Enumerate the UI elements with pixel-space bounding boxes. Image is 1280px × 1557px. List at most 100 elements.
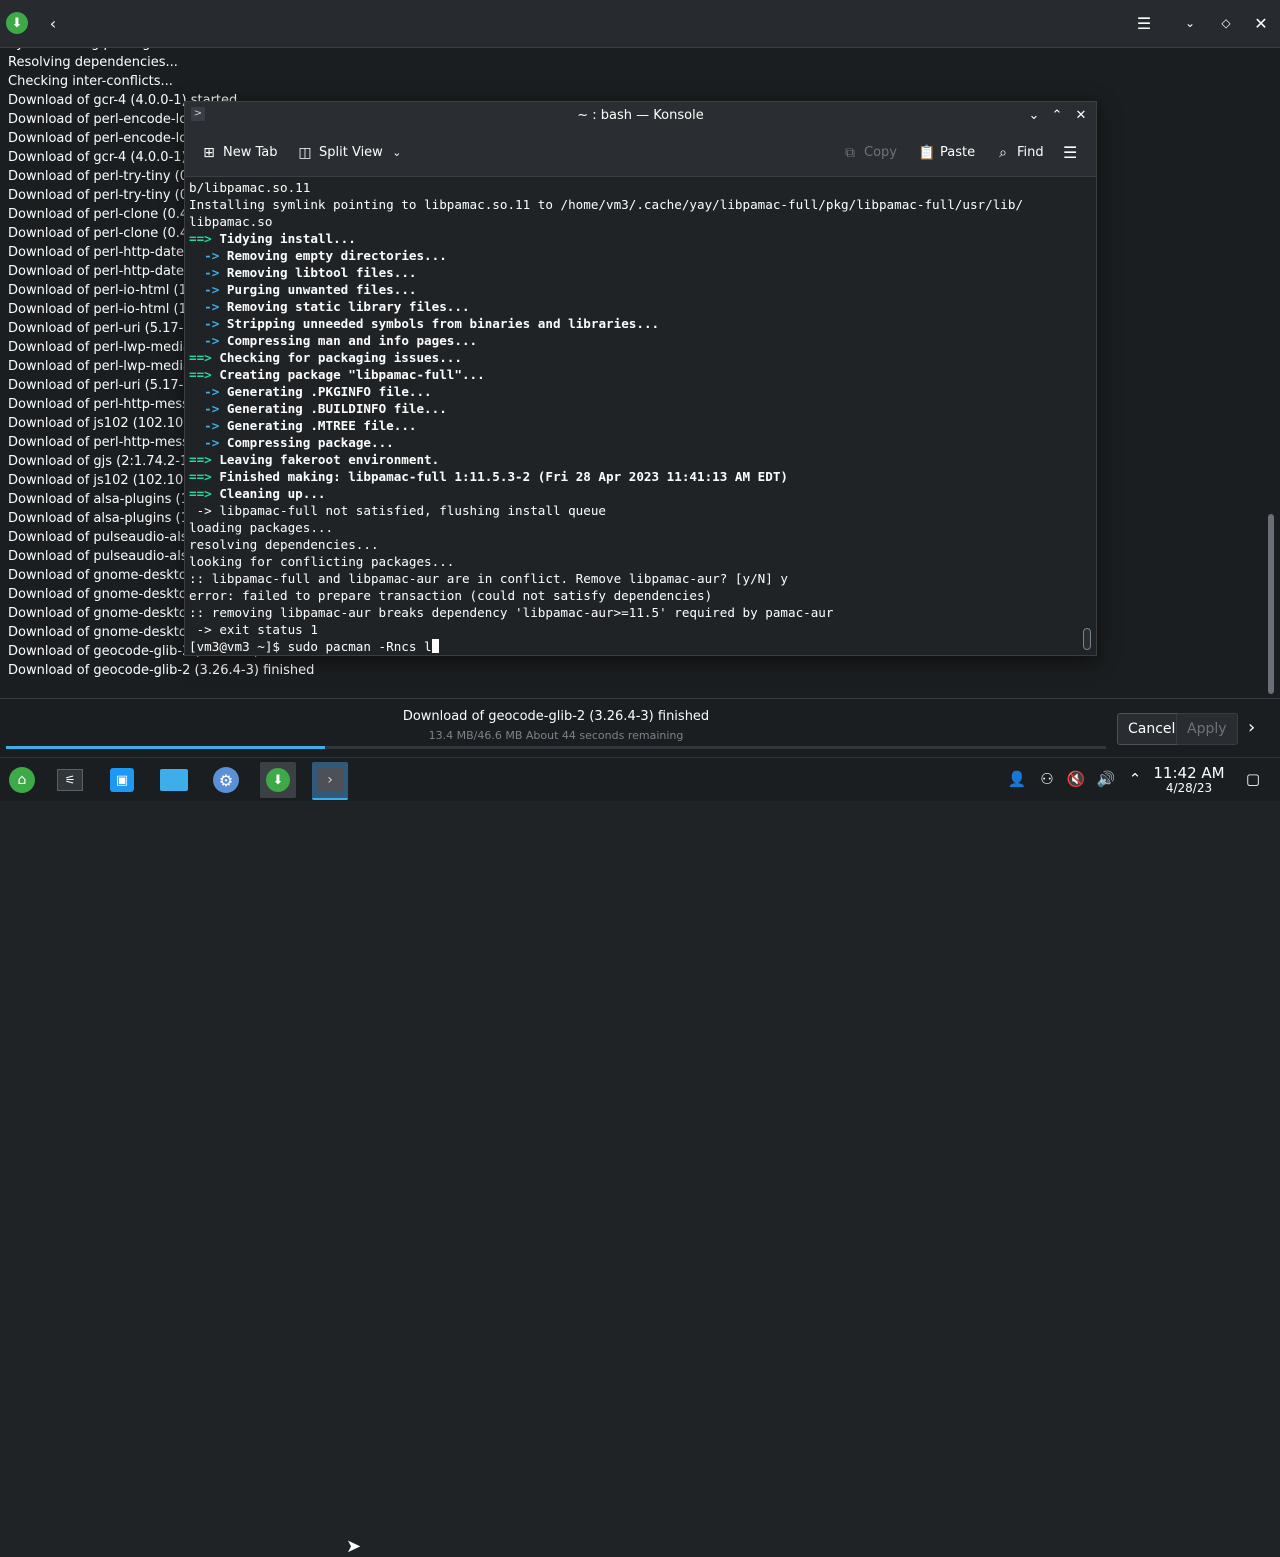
hamburger-menu-icon[interactable]: ☰	[1133, 12, 1155, 34]
terminal-text: ==>	[189, 350, 212, 365]
terminal-text: ->	[189, 384, 220, 399]
terminal-line: loading packages...	[189, 519, 1023, 536]
transaction-footer: Download of geocode-glib-2 (3.26.4-3) fi…	[0, 698, 1280, 758]
terminal-text: -> exit status 1	[189, 622, 318, 637]
terminal-line: -> Removing static library files...	[189, 298, 1023, 315]
package-manager-icon[interactable]: ⬇	[260, 762, 296, 798]
terminal-text: error: failed to prepare transaction (co…	[189, 588, 713, 603]
chevron-down-icon: ⌄	[392, 146, 402, 159]
terminal-text: looking for conflicting packages...	[189, 554, 455, 569]
user-switch-icon[interactable]: ⚇	[1037, 769, 1057, 789]
split-view-button[interactable]: ◫ Split View ⌄	[297, 144, 405, 162]
minimize-icon[interactable]: ⌄	[1179, 12, 1201, 34]
app-launcher-icon[interactable]: ⌂	[4, 762, 40, 798]
new-tab-button[interactable]: ⊞ New Tab	[201, 144, 278, 162]
konsole-toolbar: ⊞ New Tab ◫ Split View ⌄ ⧉ Copy 📋 Paste …	[185, 130, 1096, 177]
terminal-text: Finished making: libpamac-full 1:11.5.3-…	[211, 469, 788, 484]
user-icon[interactable]: 👤	[1007, 769, 1027, 789]
terminal-text: Generating .BUILDINFO file...	[219, 401, 447, 416]
volume-icon[interactable]: 🔊	[1096, 769, 1116, 789]
terminal-text: ->	[189, 401, 220, 416]
terminal-text: :: removing libpamac-aur breaks dependen…	[189, 605, 834, 620]
terminal-scrollbar[interactable]	[1080, 177, 1094, 654]
package-manager-titlebar: ⬇ ‹ ☰ ⌄ ◇ ✕	[0, 0, 1280, 48]
terminal-text: ->	[189, 333, 220, 348]
taskbar: ⌂ ⚟ ▣ ⚙ ⬇ › ➤ 👤 ⚇ 🔇 🔊 ⌃ 11:42 AM 4/28/23…	[0, 757, 1280, 1557]
copy-label: Copy	[864, 145, 897, 160]
terminal-line: ==> Checking for packaging issues...	[189, 349, 1023, 366]
paste-label: Paste	[940, 145, 976, 160]
close-icon[interactable]: ✕	[1072, 107, 1090, 125]
text-cursor	[431, 639, 439, 653]
terminal-text: Removing empty directories...	[219, 248, 447, 263]
terminal-text: ==>	[189, 231, 212, 246]
show-desktop-icon[interactable]: ▢	[1243, 769, 1263, 789]
log-line: Download of geocode-glib-2 (3.26.4-3) fi…	[8, 663, 315, 678]
terminal-text: Compressing man and info pages...	[219, 333, 478, 348]
find-button[interactable]: ⌕ Find	[995, 144, 1044, 162]
terminal-text: Purging unwanted files...	[219, 282, 417, 297]
paste-icon: 📋	[918, 145, 936, 161]
back-arrow-icon[interactable]: ‹	[42, 12, 64, 34]
terminal-text: ->	[189, 435, 220, 450]
paste-button[interactable]: 📋 Paste	[918, 144, 975, 162]
copy-icon: ⧉	[845, 145, 855, 161]
terminal-line: -> Generating .MTREE file...	[189, 417, 1023, 434]
search-icon: ⌕	[999, 145, 1007, 161]
settings-gear-icon[interactable]: ⚙	[208, 762, 244, 798]
new-tab-icon: ⊞	[203, 145, 215, 161]
split-view-icon: ◫	[298, 145, 312, 161]
konsole-titlebar[interactable]: > ~ : bash — Konsole ⌄ ⌃ ✕	[185, 102, 1096, 130]
clock-date[interactable]: 4/28/23	[1150, 781, 1228, 795]
terminal-text: ==>	[189, 469, 212, 484]
terminal-scrollbar-thumb[interactable]	[1083, 628, 1091, 650]
terminal-text: ==>	[189, 367, 212, 382]
split-view-label: Split View	[319, 145, 383, 160]
minimize-icon[interactable]: ⌄	[1025, 107, 1043, 125]
new-tab-label: New Tab	[223, 145, 278, 160]
terminal-lines: b/libpamac.so.11 Installing symlink point…	[189, 179, 1023, 654]
chevron-up-icon[interactable]: ⌃	[1125, 769, 1145, 789]
progress-bar	[6, 746, 1106, 749]
discover-store-icon[interactable]: ▣	[104, 762, 140, 798]
close-icon[interactable]: ✕	[1250, 12, 1272, 34]
terminal-text: -> libpamac-full not satisfied, flushing…	[189, 503, 607, 518]
konsole-icon[interactable]: ›	[312, 762, 348, 800]
terminal-text: resolving dependencies...	[189, 537, 379, 552]
mouse-cursor-icon: ➤	[346, 1536, 362, 1557]
hamburger-menu-icon[interactable]: ☰	[1063, 144, 1077, 162]
terminal-text: ->	[189, 316, 220, 331]
terminal-line: -> Generating .PKGINFO file...	[189, 383, 1023, 400]
transaction-progress-text: 13.4 MB/46.6 MB About 44 seconds remaini…	[428, 729, 684, 742]
maximize-icon[interactable]: ◇	[1215, 12, 1237, 34]
konsole-window: > ~ : bash — Konsole ⌄ ⌃ ✕ ⊞ New Tab ◫ S…	[184, 101, 1097, 656]
file-manager-icon[interactable]	[156, 762, 192, 798]
muted-microphone-icon[interactable]: 🔇	[1066, 769, 1086, 789]
terminal-text: Removing static library files...	[219, 299, 470, 314]
terminal-text: ==>	[189, 486, 212, 501]
window-title: ~ : bash — Konsole	[577, 108, 704, 123]
package-manager-logo-icon: ⬇	[6, 12, 28, 34]
log-scrollbar-thumb[interactable]	[1268, 514, 1274, 694]
maximize-icon[interactable]: ⌃	[1048, 107, 1066, 125]
terminal-line: libpamac.so	[189, 213, 1023, 230]
terminal-output[interactable]: b/libpamac.so.11 Installing symlink point…	[185, 177, 1078, 654]
terminal-prompt-line[interactable]: [vm3@vm3 ~]$ sudo pacman -Rncs l	[189, 638, 1023, 654]
terminal-text: Compressing package...	[219, 435, 394, 450]
terminal-line: resolving dependencies...	[189, 536, 1023, 553]
system-settings-icon[interactable]: ⚟	[52, 762, 88, 798]
chevron-right-icon[interactable]: ›	[1248, 717, 1255, 738]
terminal-text: :: libpamac-full and libpamac-aur are in…	[189, 571, 788, 586]
copy-button[interactable]: ⧉ Copy	[842, 144, 897, 162]
terminal-text: loading packages...	[189, 520, 334, 535]
log-scrollbar[interactable]	[1264, 48, 1278, 698]
terminal-line: looking for conflicting packages...	[189, 553, 1023, 570]
terminal-line: -> Removing libtool files...	[189, 264, 1023, 281]
terminal-line: -> Stripping unneeded symbols from binar…	[189, 315, 1023, 332]
apply-button[interactable]: Apply	[1176, 713, 1238, 745]
log-line: Resolving dependencies...	[8, 55, 178, 70]
clock-time[interactable]: 11:42 AM	[1150, 764, 1228, 782]
terminal-text: Tidying install...	[211, 231, 356, 246]
log-line: Checking inter-conflicts...	[8, 74, 173, 89]
terminal-prompt: [vm3@vm3 ~]$ sudo pacman -Rncs l	[189, 639, 432, 654]
